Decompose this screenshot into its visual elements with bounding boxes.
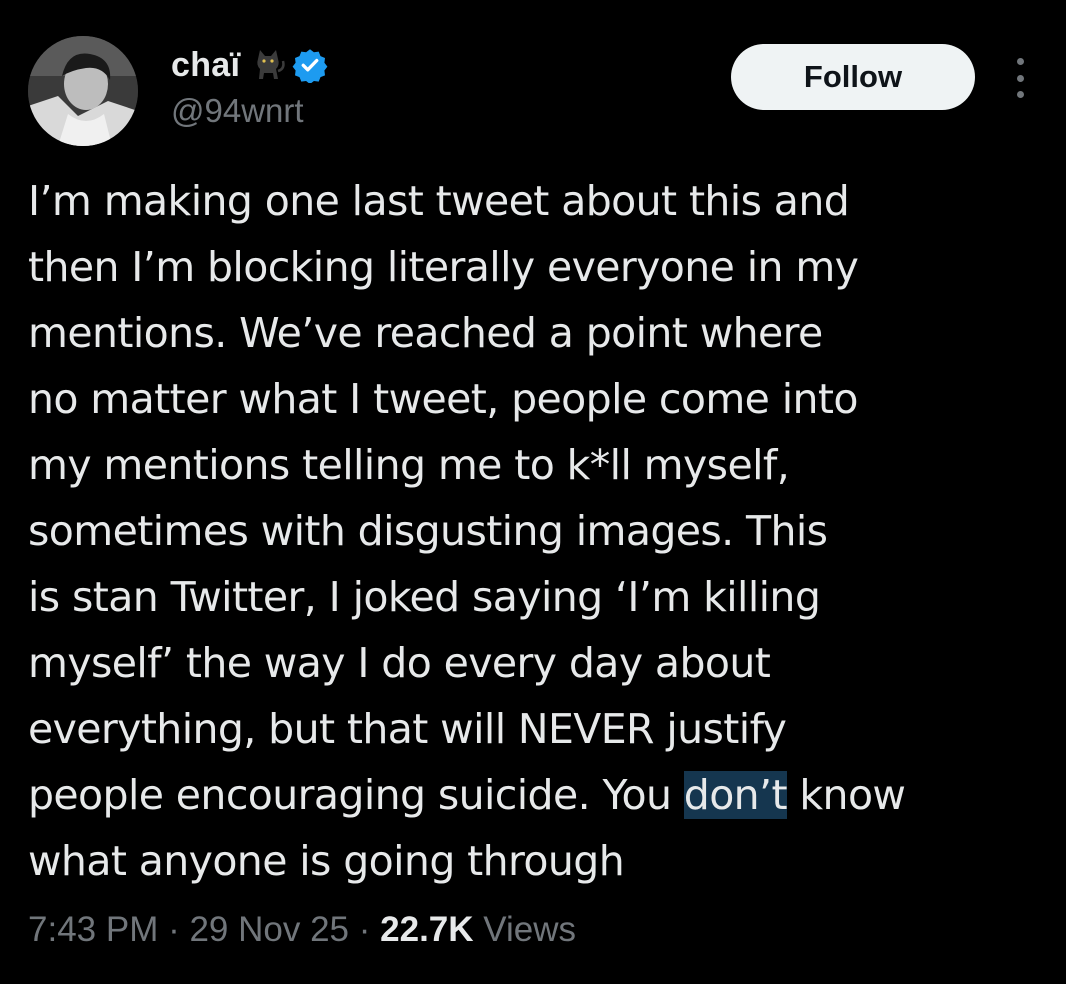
tweet-line: sometimes with disgusting images. This xyxy=(28,507,828,555)
tweet-line: what anyone is going through xyxy=(28,837,625,885)
meta-separator: · xyxy=(158,910,190,949)
tweet-line-part: know xyxy=(786,771,906,819)
user-handle[interactable]: @94wnrt xyxy=(171,92,304,130)
follow-button[interactable]: Follow xyxy=(731,44,975,110)
tweet-line: then I’m blocking literally everyone in … xyxy=(28,243,859,291)
more-dot xyxy=(1016,91,1024,98)
tweet-time[interactable]: 7:43 PM xyxy=(28,910,158,949)
tweet-card: chaï @94wnrt Follow I’m making one last … xyxy=(0,0,1066,984)
tweet-line-highlighted: people encouraging suicide. You don’t kn… xyxy=(28,762,1048,828)
verified-badge-icon[interactable] xyxy=(292,47,328,85)
tweet-date[interactable]: 29 Nov 25 xyxy=(189,910,349,949)
tweet-line: everything, but that will NEVER justify xyxy=(28,705,787,753)
tweet-meta: 7:43 PM · 29 Nov 25 · 22.7K Views xyxy=(28,910,576,950)
user-name-row: chaï xyxy=(171,42,328,88)
tweet-line: is stan Twitter, I joked saying ‘I’m kil… xyxy=(28,573,821,621)
views-label: Views xyxy=(473,910,577,949)
tweet-line: myself’ the way I do every day about xyxy=(28,639,771,687)
more-dot xyxy=(1016,74,1024,82)
tweet-line: no matter what I tweet, people come into xyxy=(28,375,858,423)
tweet-line: mentions. We’ve reached a point where xyxy=(28,309,823,357)
tweet-line: my mentions telling me to k*ll myself, xyxy=(28,441,790,489)
meta-separator: · xyxy=(349,910,381,949)
cat-emoji-icon xyxy=(248,45,288,85)
tweet-line-part: people encouraging suicide. You xyxy=(28,771,684,819)
more-dot xyxy=(1016,58,1024,65)
views-count[interactable]: 22.7K xyxy=(380,910,473,949)
display-name[interactable]: chaï xyxy=(171,46,240,85)
more-options-icon[interactable] xyxy=(1005,58,1035,98)
text-selection-highlight[interactable]: don’t xyxy=(683,771,788,819)
avatar[interactable] xyxy=(28,36,138,146)
tweet-line: I’m making one last tweet about this and xyxy=(28,177,850,225)
tweet-text: I’m making one last tweet about this and… xyxy=(28,168,1048,894)
